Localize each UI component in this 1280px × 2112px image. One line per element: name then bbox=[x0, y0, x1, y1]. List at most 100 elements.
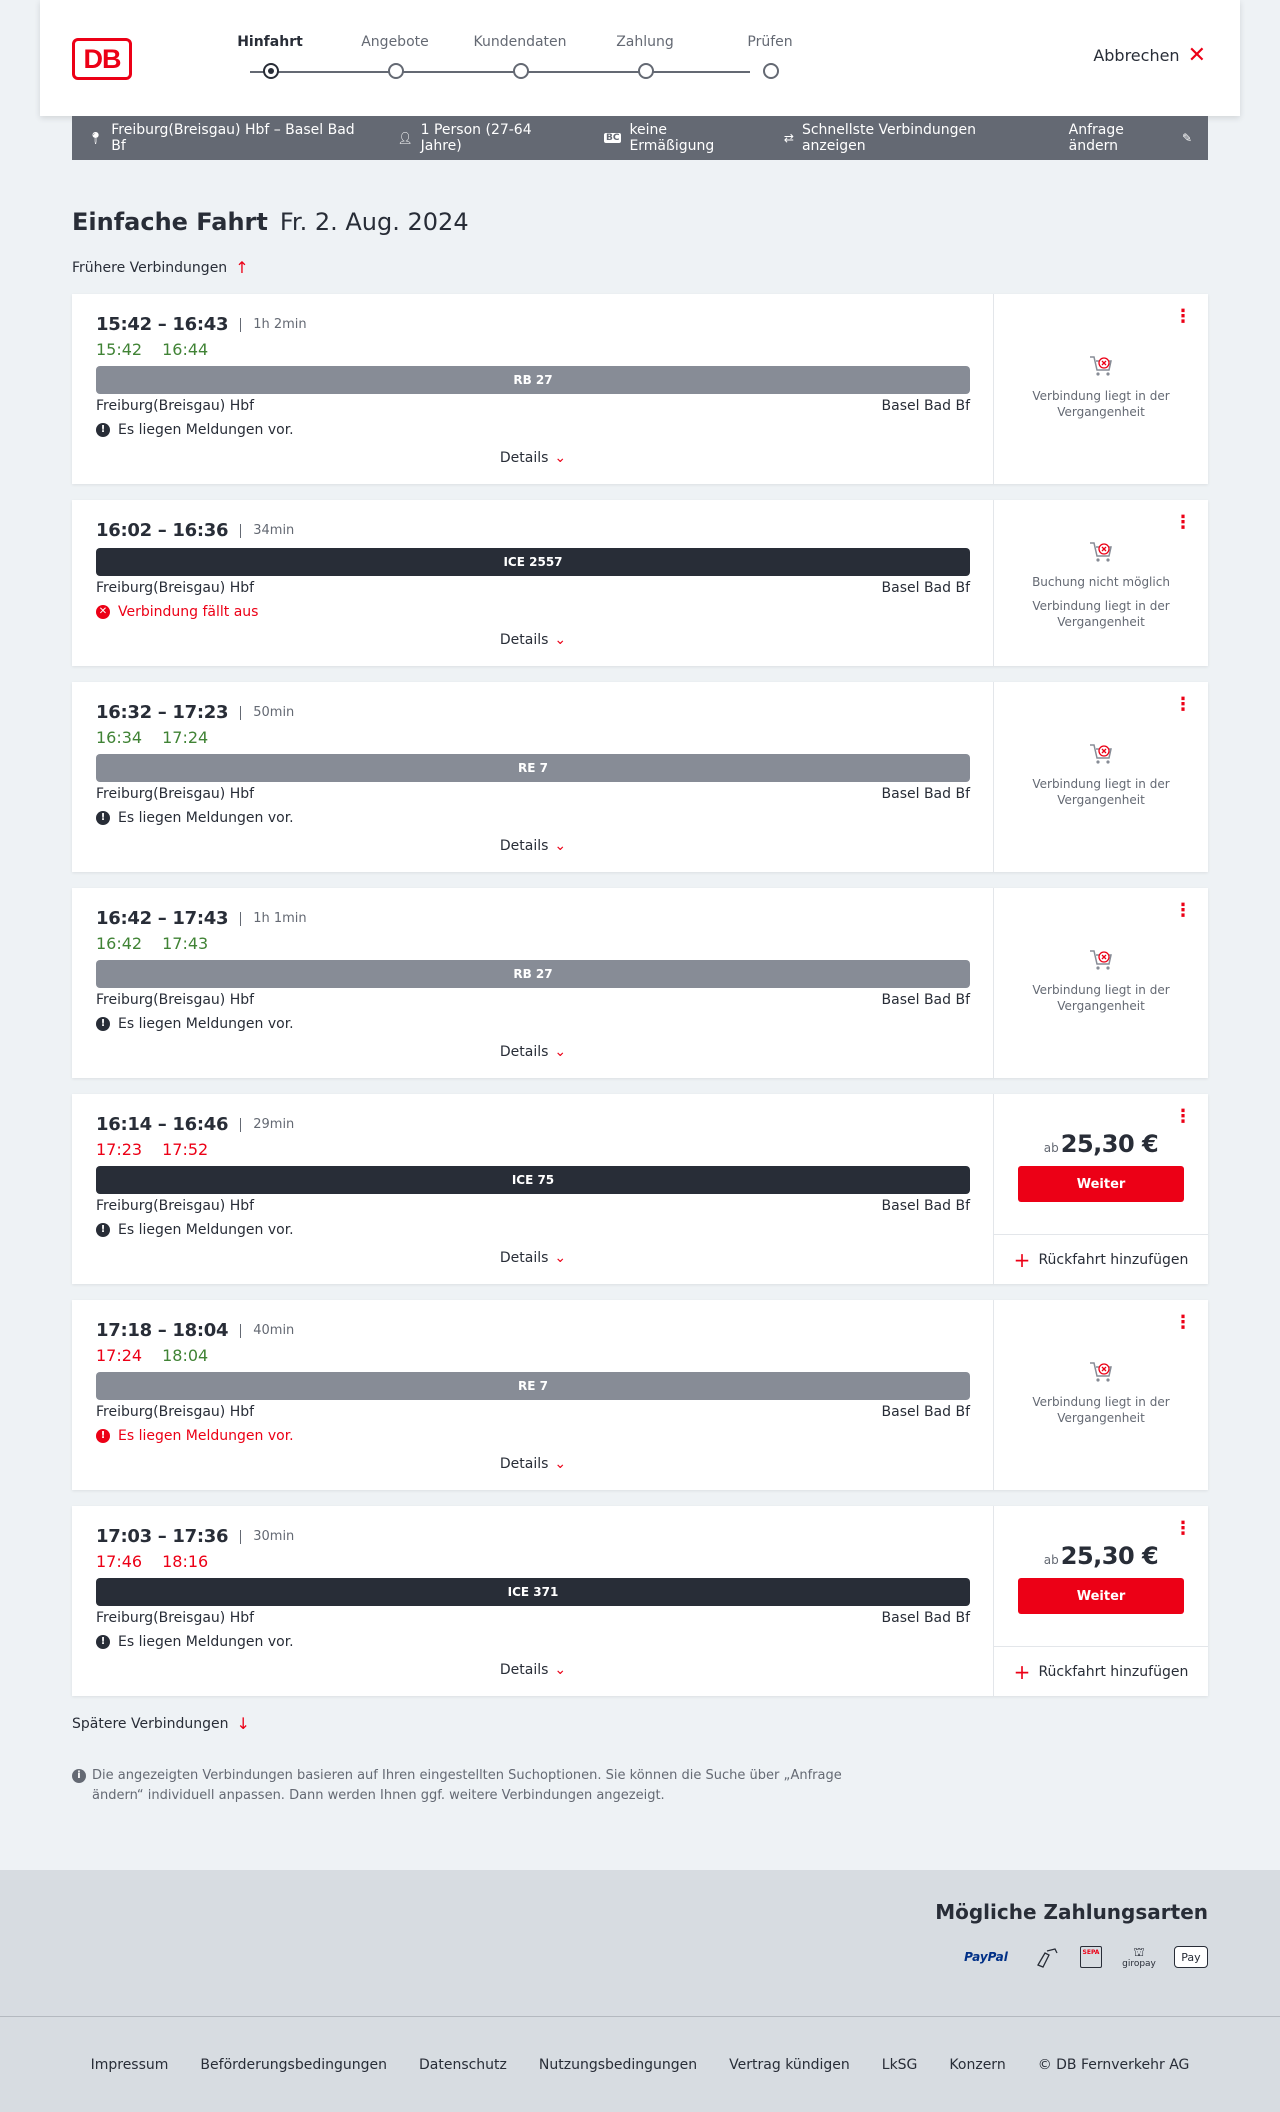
divider bbox=[240, 1529, 242, 1544]
progress-step-label: Hinfahrt bbox=[237, 34, 303, 50]
progress-step-label: Kundendaten bbox=[473, 34, 567, 50]
details-toggle[interactable]: Details ⌄ bbox=[72, 1044, 994, 1060]
connection-card: 16:32 – 17:23 50min 16:34 17:24 RE 7 Freiburg… bbox=[72, 682, 1208, 872]
connection-message: ! Es liegen Meldungen vor. bbox=[96, 422, 294, 438]
page-footer: Impressum Beförderungsbedingungen Datensch… bbox=[0, 2016, 1280, 2112]
db-logo[interactable]: DB bbox=[72, 38, 132, 80]
continue-button[interactable]: Weiter bbox=[1018, 1166, 1184, 1202]
realtime-arrival: 18:04 bbox=[162, 1346, 209, 1365]
arrival-station: Basel Bad Bf bbox=[881, 992, 970, 1008]
more-options-icon[interactable]: ⋮ bbox=[1174, 1314, 1192, 1332]
details-label: Details bbox=[499, 838, 549, 854]
alert-icon: ! bbox=[96, 1635, 110, 1649]
train-segment-bar[interactable]: ICE 371 bbox=[96, 1578, 970, 1606]
change-request-label: Anfrage ändern bbox=[1068, 122, 1124, 154]
more-options-icon[interactable]: ⋮ bbox=[1174, 514, 1192, 532]
details-label: Details bbox=[499, 1044, 549, 1060]
later-connections-link[interactable]: Spätere Verbindungen ↓ bbox=[72, 1714, 250, 1733]
footer-links: Impressum Beförderungsbedingungen Datensch… bbox=[0, 2057, 1280, 2073]
applepay-icon: Pay bbox=[1174, 1946, 1208, 1968]
cart-unavailable-icon bbox=[1090, 356, 1112, 376]
details-toggle[interactable]: Details ⌄ bbox=[72, 450, 994, 466]
connection-details-panel: 16:42 – 17:43 1h 1min 16:42 17:43 RB 27 Freib… bbox=[72, 888, 994, 1078]
connection-message-text: Es liegen Meldungen vor. bbox=[118, 810, 294, 826]
more-options-icon[interactable]: ⋮ bbox=[1174, 902, 1192, 920]
planned-times: 15:42 – 16:43 bbox=[96, 314, 229, 335]
duration: 34min bbox=[253, 523, 295, 538]
change-request-button[interactable]: Anfrage ändern ✎ bbox=[1069, 122, 1192, 154]
add-return-button[interactable]: + Rückfahrt hinzufügen bbox=[994, 1646, 1208, 1696]
more-options-icon[interactable]: ⋮ bbox=[1174, 696, 1192, 714]
info-icon: i bbox=[72, 1769, 86, 1783]
offer-panel: ⋮ ab25,30 € Weiter + Rückfahrt hinzufügen bbox=[994, 1094, 1208, 1284]
continue-button[interactable]: Weiter bbox=[1018, 1578, 1184, 1614]
progress-line bbox=[250, 71, 750, 73]
realtime-arrival: 17:52 bbox=[162, 1140, 209, 1159]
train-segment-bar[interactable]: RE 7 bbox=[96, 754, 970, 782]
realtime-times: 17:23 17:52 bbox=[96, 1140, 208, 1159]
realtime-arrival: 16:44 bbox=[162, 340, 209, 359]
progress-step-dot bbox=[763, 63, 779, 79]
offer-panel: ⋮ Buchung nicht möglich Verbindung liegt i… bbox=[994, 500, 1208, 666]
details-label: Details bbox=[499, 1456, 549, 1472]
connection-details-panel: 16:32 – 17:23 50min 16:34 17:24 RE 7 Freiburg… bbox=[72, 682, 994, 872]
connection-times: 16:14 – 16:46 29min bbox=[96, 1114, 294, 1135]
train-segment-bar[interactable]: ICE 75 bbox=[96, 1166, 970, 1194]
alert-icon: ! bbox=[96, 1429, 110, 1443]
connection-card: 15:42 – 16:43 1h 2min 15:42 16:44 RB 27 Freib… bbox=[72, 294, 1208, 484]
price-value: 25,30 € bbox=[1060, 1542, 1159, 1570]
details-toggle[interactable]: Details ⌄ bbox=[72, 632, 994, 648]
planned-times: 16:42 – 17:43 bbox=[96, 908, 229, 929]
details-toggle[interactable]: Details ⌄ bbox=[72, 1456, 994, 1472]
progress-step-hinfahrt: Hinfahrt bbox=[210, 34, 330, 79]
cancel-button[interactable]: Abbrechen ✕ bbox=[1093, 42, 1206, 68]
train-segment-bar[interactable]: RB 27 bbox=[96, 960, 970, 988]
price-value: 25,30 € bbox=[1060, 1130, 1159, 1158]
details-toggle[interactable]: Details ⌄ bbox=[72, 838, 994, 854]
alert-icon: ! bbox=[96, 423, 110, 437]
more-options-icon[interactable]: ⋮ bbox=[1174, 1108, 1192, 1126]
connection-details-panel: 17:03 – 17:36 30min 17:46 18:16 ICE 371 Freib… bbox=[72, 1506, 994, 1696]
progress-step-kundendaten: Kundendaten bbox=[460, 34, 580, 79]
details-toggle[interactable]: Details ⌄ bbox=[72, 1662, 994, 1678]
offer-panel: ⋮ Verbindung liegt in der Vergangenheit bbox=[994, 682, 1208, 872]
add-return-button[interactable]: + Rückfahrt hinzufügen bbox=[994, 1234, 1208, 1284]
cart-unavailable-icon bbox=[1090, 542, 1112, 562]
close-icon: ✕ bbox=[1187, 42, 1206, 68]
arrival-station: Basel Bad Bf bbox=[881, 786, 970, 802]
footer-link-konzern[interactable]: Konzern bbox=[949, 2057, 1005, 2073]
cart-unavailable-icon bbox=[1090, 950, 1112, 970]
footer-link-db-fernverkehr-ag[interactable]: © DB Fernverkehr AG bbox=[1038, 2057, 1190, 2073]
route-text: Freiburg(Breisgau) Hbf – Basel Bad Bf bbox=[111, 122, 355, 154]
footer-link-datenschutz[interactable]: Datenschutz bbox=[419, 2057, 507, 2073]
payment-methods-title: Mögliche Zahlungsarten bbox=[935, 1900, 1208, 1924]
details-toggle[interactable]: Details ⌄ bbox=[72, 1250, 994, 1266]
chevron-down-icon: ⌄ bbox=[554, 838, 567, 854]
giropay-icon: ⛫ giropay bbox=[1122, 1945, 1156, 1969]
progress-step-angebote: Angebote bbox=[335, 34, 455, 79]
footer-link-impressum[interactable]: Impressum bbox=[91, 2057, 169, 2073]
stations-row: Freiburg(Breisgau) Hbf Basel Bad Bf bbox=[96, 1610, 970, 1626]
progress-step-label: Angebote bbox=[361, 34, 429, 50]
unavailable-status: Verbindung liegt in der Vergangenheit bbox=[994, 354, 1208, 420]
footer-link-nutzungsbedingungen[interactable]: Nutzungsbedingungen bbox=[539, 2057, 697, 2073]
connection-details-panel: 17:18 – 18:04 40min 17:24 18:04 RE 7 Freiburg… bbox=[72, 1300, 994, 1490]
more-options-icon[interactable]: ⋮ bbox=[1174, 1520, 1192, 1538]
train-segment-bar[interactable]: ICE 2557 bbox=[96, 548, 970, 576]
connection-times: 15:42 – 16:43 1h 2min bbox=[96, 314, 307, 335]
divider bbox=[240, 705, 242, 720]
realtime-departure: 16:34 bbox=[96, 728, 143, 747]
train-segment-bar[interactable]: RB 27 bbox=[96, 366, 970, 394]
planned-times: 16:32 – 17:23 bbox=[96, 702, 229, 723]
stations-row: Freiburg(Breisgau) Hbf Basel Bad Bf bbox=[96, 398, 970, 414]
footer-link-vertrag-kündigen[interactable]: Vertrag kündigen bbox=[729, 2057, 850, 2073]
footer-link-lksg[interactable]: LkSG bbox=[882, 2057, 918, 2073]
more-options-icon[interactable]: ⋮ bbox=[1174, 308, 1192, 326]
earlier-connections-link[interactable]: Frühere Verbindungen ↑ bbox=[72, 258, 249, 277]
departure-station: Freiburg(Breisgau) Hbf bbox=[96, 992, 255, 1008]
connection-card: 16:42 – 17:43 1h 1min 16:42 17:43 RB 27 Freib… bbox=[72, 888, 1208, 1078]
footer-link-beförderungsbedingungen[interactable]: Beförderungsbedingungen bbox=[200, 2057, 387, 2073]
persons-text: 1 Person (27-64 Jahre) bbox=[420, 122, 532, 154]
train-segment-bar[interactable]: RE 7 bbox=[96, 1372, 970, 1400]
connection-card: 17:18 – 18:04 40min 17:24 18:04 RE 7 Freiburg… bbox=[72, 1300, 1208, 1490]
